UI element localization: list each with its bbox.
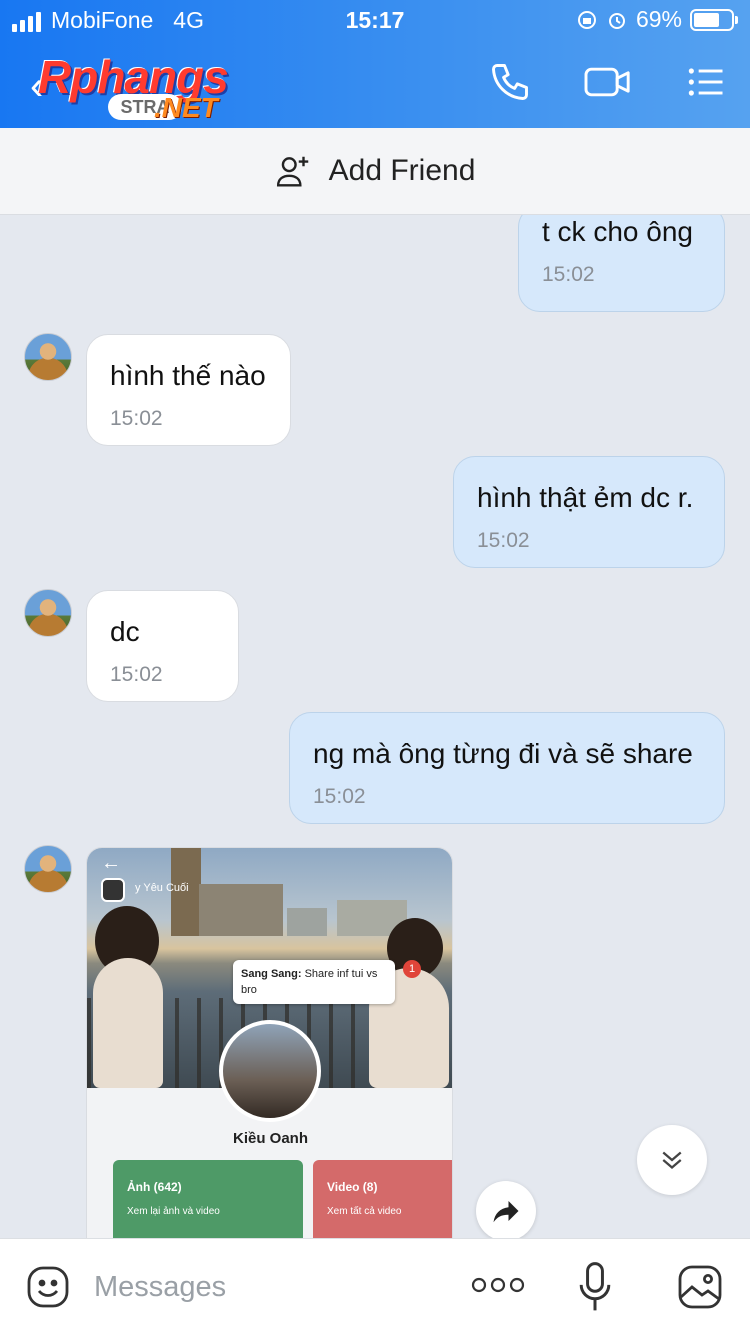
- phone-icon[interactable]: [488, 60, 532, 104]
- composer-bar: [0, 1238, 750, 1334]
- watermark-logo: Rphangs STRA .NET: [36, 50, 266, 123]
- message-time: 15:02: [542, 263, 595, 286]
- avatar[interactable]: [24, 845, 72, 893]
- card-subtitle: Xem lại ảnh và video: [127, 1206, 220, 1217]
- message-text: t ck cho ông: [542, 216, 693, 247]
- play-icon: [101, 878, 125, 902]
- avatar[interactable]: [24, 333, 72, 381]
- microphone-icon[interactable]: [578, 1261, 612, 1313]
- emoji-icon[interactable]: [24, 1263, 72, 1311]
- chevron-double-down-icon: [662, 1151, 682, 1169]
- message-time: 15:02: [313, 785, 366, 808]
- message-input[interactable]: [94, 1265, 424, 1309]
- notification-badge: 1: [403, 960, 421, 978]
- message-bubble-incoming[interactable]: dc 15:02: [86, 590, 239, 702]
- avatar[interactable]: [24, 589, 72, 637]
- profile-name: Kiều Oanh: [232, 1130, 308, 1147]
- battery-fill: [694, 12, 719, 27]
- message-time: 15:02: [477, 529, 530, 552]
- message-time: 15:02: [110, 663, 163, 686]
- shared-image[interactable]: ← y Yêu Cuối Sang Sang: Share inf tui vs…: [86, 847, 453, 1238]
- message-time: 15:02: [110, 407, 163, 430]
- nav-bar: ‹ Rphangs STRA .NET: [0, 40, 750, 128]
- add-friend-label: Add Friend: [328, 154, 476, 187]
- note-sender: Sang Sang:: [241, 968, 302, 980]
- add-person-icon: [276, 156, 308, 187]
- note-popup: Sang Sang: Share inf tui vs bro: [233, 960, 395, 1004]
- battery-icon: [690, 8, 738, 31]
- chat-area[interactable]: t ck cho ông 15:02 hình thế nào 15:02 hì…: [0, 215, 750, 1238]
- more-dots-icon[interactable]: [470, 1273, 526, 1297]
- message-text: dc: [110, 616, 140, 647]
- videos-card: Video (8) Xem tất cả video: [313, 1160, 452, 1238]
- card-title: Ảnh (642): [127, 1180, 182, 1194]
- message-text: hình thật ẻm dc r.: [477, 482, 694, 513]
- message-bubble-outgoing[interactable]: hình thật ẻm dc r. 15:02: [453, 456, 725, 568]
- video-call-icon[interactable]: [582, 60, 634, 104]
- forward-button[interactable]: [476, 1181, 536, 1238]
- battery-percent: 69%: [635, 6, 682, 32]
- image-gallery-icon[interactable]: [676, 1263, 724, 1311]
- alarm-icon: [608, 12, 625, 29]
- rotation-lock-icon: [577, 10, 596, 29]
- scroll-down-button[interactable]: [637, 1125, 707, 1195]
- add-friend-button[interactable]: Add Friend: [0, 128, 750, 215]
- card-subtitle: Xem tất cả video: [327, 1206, 402, 1217]
- forward-arrow-icon: [493, 1201, 519, 1223]
- status-bar: MobiFone 4G 15:17 69%: [0, 0, 750, 40]
- photos-card: Ảnh (642) Xem lại ảnh và video: [113, 1160, 303, 1238]
- message-bubble-incoming[interactable]: hình thế nào 15:02: [86, 334, 291, 446]
- message-text: ng mà ông từng đi và sẽ share: [313, 738, 693, 769]
- back-icon: ←: [101, 852, 121, 874]
- logo-suffix: .NET: [154, 92, 218, 123]
- message-bubble-outgoing[interactable]: ng mà ông từng đi và sẽ share 15:02: [289, 712, 725, 824]
- header: MobiFone 4G 15:17 69% ‹ Rphangs STRA .NE…: [0, 0, 750, 128]
- menu-icon[interactable]: [684, 60, 728, 104]
- photo-header-label: y Yêu Cuối: [135, 882, 189, 894]
- message-text: hình thế nào: [110, 360, 266, 391]
- profile-avatar: [219, 1020, 321, 1122]
- card-title: Video (8): [327, 1180, 378, 1194]
- message-bubble-outgoing[interactable]: t ck cho ông 15:02: [518, 215, 725, 312]
